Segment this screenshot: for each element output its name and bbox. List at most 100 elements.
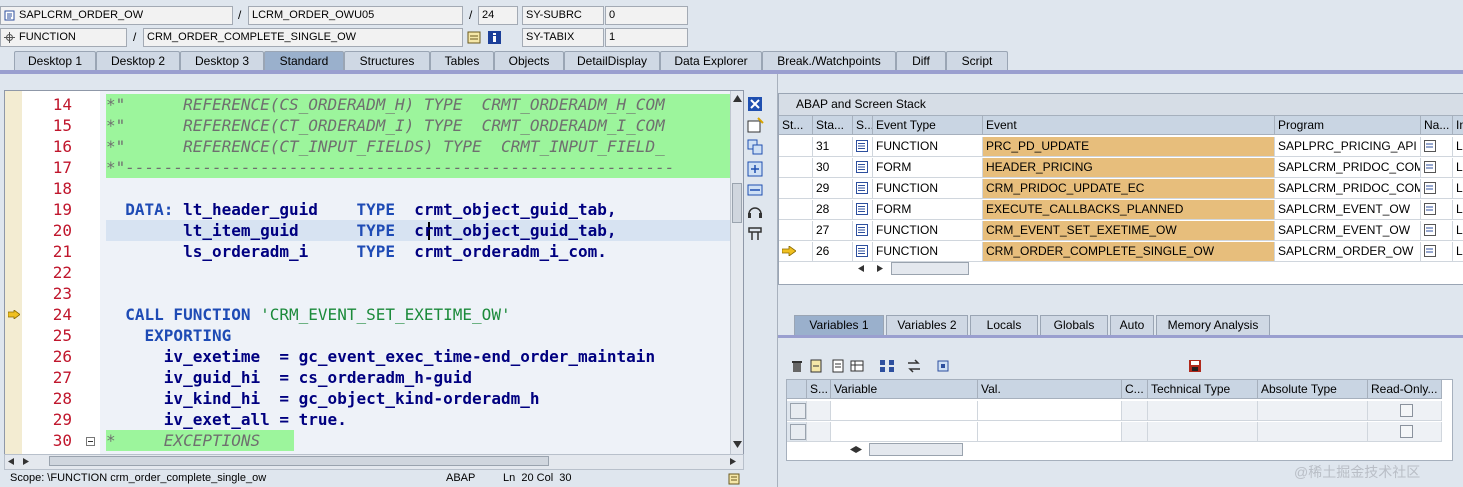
- column-header[interactable]: Program: [1275, 116, 1421, 135]
- var-cell[interactable]: [1368, 401, 1442, 421]
- scroll-right-icon[interactable]: [23, 458, 29, 465]
- tool-icon[interactable]: [746, 225, 764, 243]
- var-cell[interactable]: [1122, 422, 1148, 442]
- stack-include[interactable]: LC: [1453, 221, 1463, 241]
- tab-data-explorer[interactable]: Data Explorer: [660, 51, 762, 71]
- var-tab[interactable]: Globals: [1040, 315, 1108, 335]
- notes-icon[interactable]: [728, 473, 740, 485]
- headset-icon[interactable]: [746, 203, 764, 221]
- stack-program[interactable]: SAPLCRM_EVENT_OW: [1275, 200, 1421, 220]
- scroll-right-icon[interactable]: [730, 458, 736, 465]
- stack-include[interactable]: LC: [1453, 179, 1463, 199]
- tab-desktop-1[interactable]: Desktop 1: [14, 51, 96, 71]
- stack-level[interactable]: 29: [813, 179, 853, 199]
- row-selector-cell[interactable]: [787, 422, 807, 442]
- var-cell[interactable]: [807, 422, 831, 442]
- scroll-right-icon[interactable]: [856, 446, 862, 453]
- tab-desktop-2[interactable]: Desktop 2: [96, 51, 180, 71]
- stack-level[interactable]: 28: [813, 200, 853, 220]
- stack-include[interactable]: LC: [1453, 200, 1463, 220]
- scroll-thumb[interactable]: [49, 456, 549, 466]
- stack-row-marker[interactable]: [779, 221, 813, 241]
- delete-icon[interactable]: [790, 359, 804, 373]
- stack-row-marker[interactable]: [779, 137, 813, 157]
- scroll-thumb[interactable]: [869, 443, 963, 456]
- column-header[interactable]: Event Type: [873, 116, 983, 135]
- var-tab[interactable]: Locals: [970, 315, 1038, 335]
- stack-event[interactable]: HEADER_PRICING: [983, 158, 1275, 178]
- tab-script[interactable]: Script: [946, 51, 1008, 71]
- column-header[interactable]: Variable: [831, 380, 978, 399]
- column-header[interactable]: S...: [807, 380, 831, 399]
- expand-horizontal-icon[interactable]: [746, 181, 764, 199]
- var-cell[interactable]: [1148, 422, 1258, 442]
- scroll-down-icon[interactable]: [733, 441, 742, 448]
- scroll-thumb[interactable]: [732, 183, 742, 223]
- collapse-icon[interactable]: [86, 437, 95, 446]
- stack-nav-cell[interactable]: [1421, 179, 1453, 199]
- stack-row-marker[interactable]: [779, 242, 813, 262]
- stack-event-type[interactable]: FUNCTION: [873, 179, 983, 199]
- stack-level[interactable]: 26: [813, 242, 853, 262]
- row-selector-cell[interactable]: [787, 401, 807, 421]
- stack-event-type[interactable]: FORM: [873, 200, 983, 220]
- stack-include[interactable]: LC: [1453, 158, 1463, 178]
- tab-structures[interactable]: Structures: [344, 51, 430, 71]
- arrows-icon[interactable]: [906, 359, 922, 373]
- stack-type-icon-cell[interactable]: [853, 158, 873, 178]
- sy-subrc-value[interactable]: 0: [605, 6, 688, 25]
- stack-nav-cell[interactable]: [1421, 200, 1453, 220]
- var-cell[interactable]: [831, 422, 978, 442]
- tab-watchpoints[interactable]: Break./Watchpoints: [762, 51, 896, 71]
- read-only-checkbox[interactable]: [1399, 425, 1413, 438]
- tab-tables[interactable]: Tables: [430, 51, 494, 71]
- stack-event-type[interactable]: FORM: [873, 158, 983, 178]
- stack-row-marker[interactable]: [779, 158, 813, 178]
- var-cell[interactable]: [807, 401, 831, 421]
- stack-include[interactable]: LP: [1453, 137, 1463, 157]
- var-tab[interactable]: Memory Analysis: [1156, 315, 1270, 335]
- type-field[interactable]: FUNCTION: [0, 28, 127, 47]
- display-icon[interactable]: [467, 30, 482, 45]
- include-field[interactable]: LCRM_ORDER_OWU05: [248, 6, 463, 25]
- var-cell[interactable]: [1368, 422, 1442, 442]
- column-header[interactable]: [787, 380, 807, 399]
- column-header[interactable]: Na...: [1421, 116, 1453, 135]
- import-icon[interactable]: [809, 359, 823, 373]
- horizontal-scrollbar[interactable]: [4, 454, 744, 470]
- var-cell[interactable]: [1148, 401, 1258, 421]
- stack-event[interactable]: CRM_ORDER_COMPLETE_SINGLE_OW: [983, 242, 1275, 262]
- column-header[interactable]: Absolute Type: [1258, 380, 1368, 399]
- scroll-up-icon[interactable]: [733, 95, 742, 102]
- stack-nav-cell[interactable]: [1421, 137, 1453, 157]
- tab-desktop-3[interactable]: Desktop 3: [180, 51, 264, 71]
- stack-nav-cell[interactable]: [1421, 158, 1453, 178]
- stack-event-type[interactable]: FUNCTION: [873, 137, 983, 157]
- stack-type-icon-cell[interactable]: [853, 242, 873, 262]
- stack-include[interactable]: LC: [1453, 242, 1463, 262]
- code-area[interactable]: *" REFERENCE(CS_ORDERADM_H) TYPE CRMT_OR…: [100, 91, 730, 455]
- stack-program[interactable]: SAPLCRM_ORDER_OW: [1275, 242, 1421, 262]
- scroll-thumb[interactable]: [891, 262, 969, 275]
- tab-diff[interactable]: Diff: [896, 51, 946, 71]
- stack-program[interactable]: SAPLCRM_PRIDOC_COM...: [1275, 179, 1421, 199]
- name-field[interactable]: CRM_ORDER_COMPLETE_SINGLE_OW: [143, 28, 463, 47]
- export-icon[interactable]: [831, 359, 845, 373]
- column-header[interactable]: Sta...: [813, 116, 853, 135]
- line-field[interactable]: 24: [478, 6, 518, 25]
- column-header[interactable]: Val.: [978, 380, 1122, 399]
- var-cell[interactable]: [831, 401, 978, 421]
- info-icon[interactable]: [487, 30, 502, 45]
- stack-level[interactable]: 30: [813, 158, 853, 178]
- vars-hscroll[interactable]: [845, 443, 1065, 457]
- swap-icon[interactable]: [746, 138, 764, 156]
- column-header[interactable]: Event: [983, 116, 1275, 135]
- stack-program[interactable]: SAPLCRM_EVENT_OW: [1275, 221, 1421, 241]
- stack-type-icon-cell[interactable]: [853, 221, 873, 241]
- scroll-left-icon[interactable]: [858, 265, 864, 272]
- read-only-checkbox[interactable]: [1399, 404, 1413, 417]
- tab-detaildisplay[interactable]: DetailDisplay: [564, 51, 660, 71]
- column-header[interactable]: S...: [853, 116, 873, 135]
- breakpoint-gutter[interactable]: [5, 91, 23, 455]
- stack-event-type[interactable]: FUNCTION: [873, 242, 983, 262]
